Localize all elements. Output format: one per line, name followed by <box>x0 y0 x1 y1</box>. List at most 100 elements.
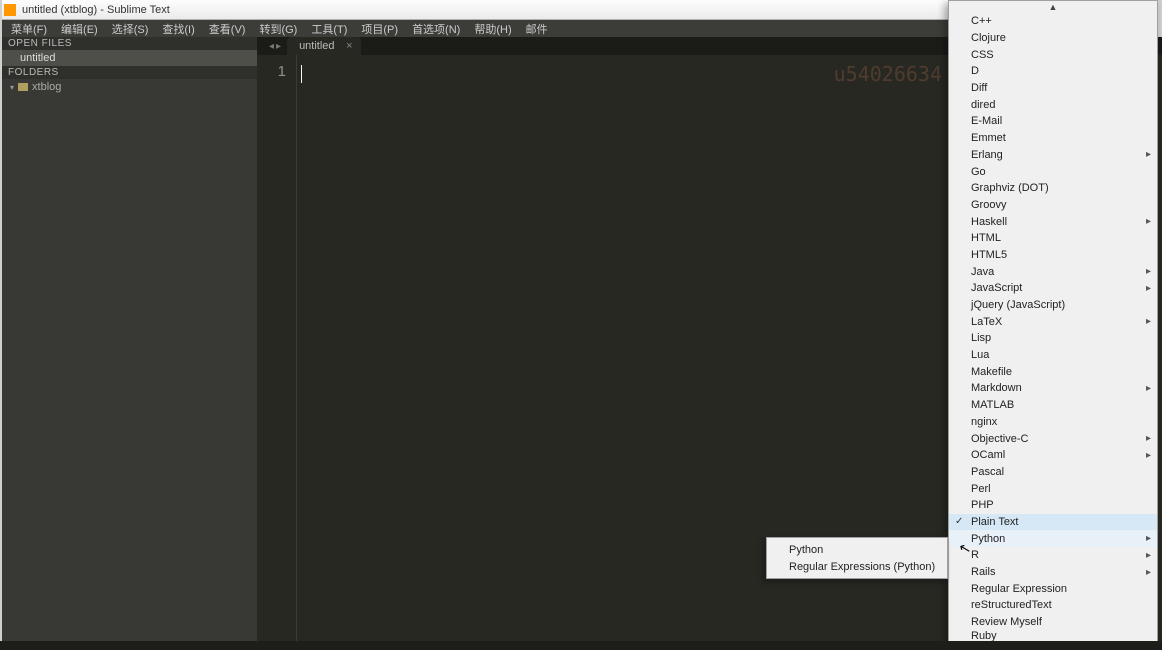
syntax-item-regular-expression[interactable]: Regular Expression <box>949 580 1157 597</box>
folder-name: xtblog <box>32 81 61 93</box>
syntax-item-matlab[interactable]: MATLAB <box>949 397 1157 414</box>
syntax-item-label: Java <box>971 266 994 278</box>
syntax-item-html5[interactable]: HTML5 <box>949 247 1157 264</box>
tab-untitled[interactable]: untitled × <box>287 37 360 55</box>
syntax-item-label: dired <box>971 99 995 111</box>
menu-find[interactable]: 查找(I) <box>155 20 201 38</box>
menu-edit[interactable]: 编辑(E) <box>54 20 105 38</box>
syntax-item-r[interactable]: R▸ <box>949 547 1157 564</box>
syntax-item-label: jQuery (JavaScript) <box>971 299 1065 311</box>
syntax-item-java[interactable]: Java▸ <box>949 263 1157 280</box>
syntax-item-css[interactable]: CSS <box>949 46 1157 63</box>
submenu-arrow-icon: ▸ <box>1146 433 1151 444</box>
syntax-item-d[interactable]: D <box>949 63 1157 80</box>
menu-preferences[interactable]: 首选项(N) <box>405 20 467 38</box>
folder-disclosure-icon[interactable]: ▾ <box>10 83 14 92</box>
folder-row[interactable]: ▾ xtblog <box>0 79 257 95</box>
syntax-item-dired[interactable]: dired <box>949 96 1157 113</box>
sidebar: OPEN FILES untitled FOLDERS ▾ xtblog <box>0 37 257 650</box>
submenu-item-regex-python[interactable]: Regular Expressions (Python) <box>767 558 947 575</box>
syntax-item-lua[interactable]: Lua <box>949 347 1157 364</box>
syntax-item-label: LaTeX <box>971 316 1002 328</box>
syntax-item-emmet[interactable]: Emmet <box>949 130 1157 147</box>
syntax-item-label: HTML <box>971 232 1001 244</box>
submenu-arrow-icon: ▸ <box>1146 567 1151 578</box>
line-number-1: 1 <box>257 63 286 80</box>
syntax-item-label: Regular Expression <box>971 583 1067 595</box>
syntax-item-label: R <box>971 549 979 561</box>
syntax-item-php[interactable]: PHP <box>949 497 1157 514</box>
syntax-item-plain-text[interactable]: ✓Plain Text <box>949 514 1157 531</box>
folders-header: FOLDERS <box>0 66 257 79</box>
syntax-item-jquery-javascript-[interactable]: jQuery (JavaScript) <box>949 297 1157 314</box>
syntax-item-review-myself[interactable]: Review Myself <box>949 614 1157 631</box>
syntax-item-perl[interactable]: Perl <box>949 480 1157 497</box>
menu-mail[interactable]: 邮件 <box>519 20 555 38</box>
tab-label: untitled <box>299 40 334 52</box>
submenu-item-python[interactable]: Python <box>767 541 947 558</box>
syntax-item-e-mail[interactable]: E-Mail <box>949 113 1157 130</box>
menu-goto[interactable]: 转到(G) <box>252 20 304 38</box>
syntax-item-ocaml[interactable]: OCaml▸ <box>949 447 1157 464</box>
syntax-item-clojure[interactable]: Clojure <box>949 30 1157 47</box>
syntax-item-label: E-Mail <box>971 115 1002 127</box>
menu-help[interactable]: 帮助(H) <box>467 20 518 38</box>
syntax-item-makefile[interactable]: Makefile <box>949 363 1157 380</box>
menu-scroll-up-icon[interactable]: ▲ <box>949 1 1157 13</box>
menu-view[interactable]: 查看(V) <box>202 20 253 38</box>
folder-icon <box>18 83 28 91</box>
syntax-item-restructuredtext[interactable]: reStructuredText <box>949 597 1157 614</box>
menu-select[interactable]: 选择(S) <box>105 20 156 38</box>
syntax-item-label: MATLAB <box>971 399 1014 411</box>
submenu-arrow-icon: ▸ <box>1146 533 1151 544</box>
syntax-item-label: Python <box>971 533 1005 545</box>
window-frame-left <box>0 0 2 650</box>
syntax-item-label: CSS <box>971 49 994 61</box>
syntax-item-nginx[interactable]: nginx <box>949 414 1157 431</box>
syntax-item-c-[interactable]: C++ <box>949 13 1157 30</box>
menu-file[interactable]: 菜单(F) <box>4 20 54 38</box>
syntax-item-ruby[interactable]: Ruby <box>949 630 1157 641</box>
syntax-item-lisp[interactable]: Lisp <box>949 330 1157 347</box>
submenu-arrow-icon: ▸ <box>1146 149 1151 160</box>
syntax-item-latex[interactable]: LaTeX▸ <box>949 313 1157 330</box>
syntax-item-label: D <box>971 65 979 77</box>
syntax-item-label: Clojure <box>971 32 1006 44</box>
syntax-item-groovy[interactable]: Groovy <box>949 197 1157 214</box>
syntax-item-label: reStructuredText <box>971 599 1052 611</box>
syntax-item-haskell[interactable]: Haskell ▸ <box>949 213 1157 230</box>
syntax-item-label: Emmet <box>971 132 1006 144</box>
menu-tools[interactable]: 工具(T) <box>304 20 354 38</box>
syntax-item-markdown[interactable]: Markdown▸ <box>949 380 1157 397</box>
syntax-item-pascal[interactable]: Pascal <box>949 464 1157 481</box>
submenu-arrow-icon: ▸ <box>1146 283 1151 294</box>
submenu-arrow-icon: ▸ <box>1146 450 1151 461</box>
syntax-item-html[interactable]: HTML <box>949 230 1157 247</box>
submenu-arrow-icon: ▸ <box>1146 550 1151 561</box>
syntax-item-erlang[interactable]: Erlang▸ <box>949 147 1157 164</box>
syntax-item-label: Graphviz (DOT) <box>971 182 1049 194</box>
syntax-item-python[interactable]: Python ▸ <box>949 530 1157 547</box>
syntax-item-go[interactable]: Go <box>949 163 1157 180</box>
statusbar <box>0 641 1162 650</box>
menu-project[interactable]: 项目(P) <box>354 20 405 38</box>
syntax-item-objective-c[interactable]: Objective-C▸ <box>949 430 1157 447</box>
syntax-item-graphviz-dot-[interactable]: Graphviz (DOT) <box>949 180 1157 197</box>
syntax-item-label: Review Myself <box>971 616 1042 628</box>
syntax-item-label: Groovy <box>971 199 1006 211</box>
open-file-item[interactable]: untitled <box>0 50 257 66</box>
nav-right-icon[interactable]: ▸ <box>276 41 281 52</box>
syntax-item-label: Haskell <box>971 216 1007 228</box>
syntax-item-diff[interactable]: Diff <box>949 80 1157 97</box>
nav-left-icon[interactable]: ◂ <box>269 41 274 52</box>
syntax-item-javascript[interactable]: JavaScript ▸ <box>949 280 1157 297</box>
syntax-item-rails[interactable]: Rails▸ <box>949 564 1157 581</box>
tab-close-icon[interactable]: × <box>346 40 352 52</box>
syntax-item-label: JavaScript <box>971 282 1022 294</box>
syntax-item-label: Ruby <box>971 630 997 641</box>
submenu-arrow-icon: ▸ <box>1146 216 1151 227</box>
syntax-menu: ▲ C++ Clojure CSS D Diff dired E-Mail Emmet Erla… <box>948 0 1158 642</box>
app-icon <box>4 4 16 16</box>
syntax-item-label: Pascal <box>971 466 1004 478</box>
tab-nav-arrows[interactable]: ◂ ▸ <box>263 37 287 55</box>
